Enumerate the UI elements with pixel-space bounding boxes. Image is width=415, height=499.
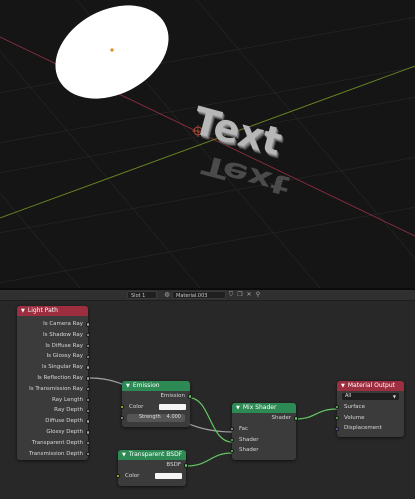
target-select-row: All ▼: [337, 391, 404, 402]
output-socket-row: Emission: [122, 391, 193, 402]
strength-input-row: Strength 4.000: [119, 413, 190, 424]
fac-input-row: Fac: [229, 424, 296, 435]
shader-input-row: Shader: [229, 435, 296, 446]
output-socket-row: BSDF: [118, 460, 189, 471]
socket-icon[interactable]: [183, 463, 189, 468]
chevron-down-icon: ▼: [392, 393, 396, 399]
link-mix-to-surface: [295, 408, 338, 420]
collapse-icon[interactable]: ▼: [21, 308, 25, 314]
link-emission-to-shader: [189, 397, 233, 443]
node-header[interactable]: ▼ Emission: [122, 381, 190, 391]
socket-icon[interactable]: [85, 376, 91, 381]
collapse-icon[interactable]: ▼: [236, 405, 240, 411]
socket-icon[interactable]: [334, 405, 340, 410]
strength-field[interactable]: Strength 4.000: [127, 414, 185, 422]
collapse-icon[interactable]: ▼: [126, 383, 130, 389]
color-input-row: Color: [119, 402, 190, 413]
node-header[interactable]: ▼ Mix Shader: [232, 403, 296, 413]
output-socket-row: Is Reflection Ray: [17, 373, 91, 384]
color-swatch[interactable]: [159, 404, 186, 411]
collapse-icon[interactable]: ▼: [122, 452, 126, 458]
output-socket-row: Is Camera Ray: [17, 319, 91, 330]
node-header[interactable]: ▼ Light Path: [17, 306, 88, 316]
shader-input-row: Shader: [229, 445, 296, 456]
node-header[interactable]: ▼ Transparent BSDF: [118, 450, 186, 460]
socket-icon[interactable]: [115, 474, 121, 479]
output-socket-row: Shader: [232, 413, 299, 424]
node-light-path[interactable]: ▼ Light Path Is Camera Ray Is Shadow Ray …: [17, 306, 91, 460]
socket-icon[interactable]: [85, 365, 91, 370]
node-material-output[interactable]: ▼ Material Output All ▼ Surface Volume Dis…: [334, 381, 404, 437]
link-bsdf-to-shader: [185, 452, 233, 467]
collapse-icon[interactable]: ▼: [341, 383, 345, 389]
output-socket-row: Is Singular Ray: [17, 362, 91, 373]
socket-icon[interactable]: [229, 448, 235, 454]
output-socket-row: Ray Length: [17, 395, 91, 406]
socket-icon[interactable]: [229, 437, 235, 443]
output-socket-row: Glossy Depth: [17, 427, 91, 438]
output-socket-row: Is Diffuse Ray: [17, 341, 91, 352]
output-socket-row: Transmission Depth: [17, 449, 91, 460]
node-mix-shader[interactable]: ▼ Mix Shader Shader Fac Shader Shader: [229, 403, 299, 460]
socket-icon[interactable]: [334, 415, 340, 421]
socket-icon[interactable]: [334, 426, 340, 432]
volume-input-row: Volume: [334, 413, 404, 424]
node-header[interactable]: ▼ Material Output: [337, 381, 404, 391]
color-input-row: Color: [115, 471, 186, 482]
shader-node-editor[interactable]: Slot 1 ◍ Material.003 ⛉ ❐ ✕ ⚲ ▼ Light Pat…: [0, 290, 415, 499]
node-transparent-bsdf[interactable]: ▼ Transparent BSDF BSDF Color: [115, 450, 189, 486]
output-socket-row: Is Glossy Ray: [17, 351, 91, 362]
output-socket-row: Is Transmission Ray: [17, 384, 91, 395]
socket-icon[interactable]: [85, 419, 91, 424]
socket-icon[interactable]: [229, 427, 235, 432]
output-socket-row: Transparent Depth: [17, 438, 91, 449]
socket-icon[interactable]: [119, 415, 125, 421]
socket-icon[interactable]: [85, 430, 91, 435]
color-swatch[interactable]: [155, 473, 182, 480]
displacement-input-row: Displacement: [334, 423, 404, 434]
viewport-canvas[interactable]: Text Text Text Text Text: [0, 0, 415, 288]
node-emission[interactable]: ▼ Emission Emission Color Strength 4.000: [119, 381, 193, 427]
output-socket-row: Diffuse Depth: [17, 416, 91, 427]
surface-input-row: Surface: [334, 402, 404, 413]
output-socket-row: Is Shadow Ray: [17, 330, 91, 341]
output-socket-row: Ray Depth: [17, 405, 91, 416]
socket-icon[interactable]: [119, 405, 125, 410]
socket-icon[interactable]: [293, 416, 299, 421]
target-dropdown[interactable]: All ▼: [342, 392, 399, 400]
socket-icon[interactable]: [85, 322, 91, 327]
3d-viewport[interactable]: Text Text Text Text Text: [0, 0, 415, 288]
socket-icon[interactable]: [187, 394, 193, 399]
